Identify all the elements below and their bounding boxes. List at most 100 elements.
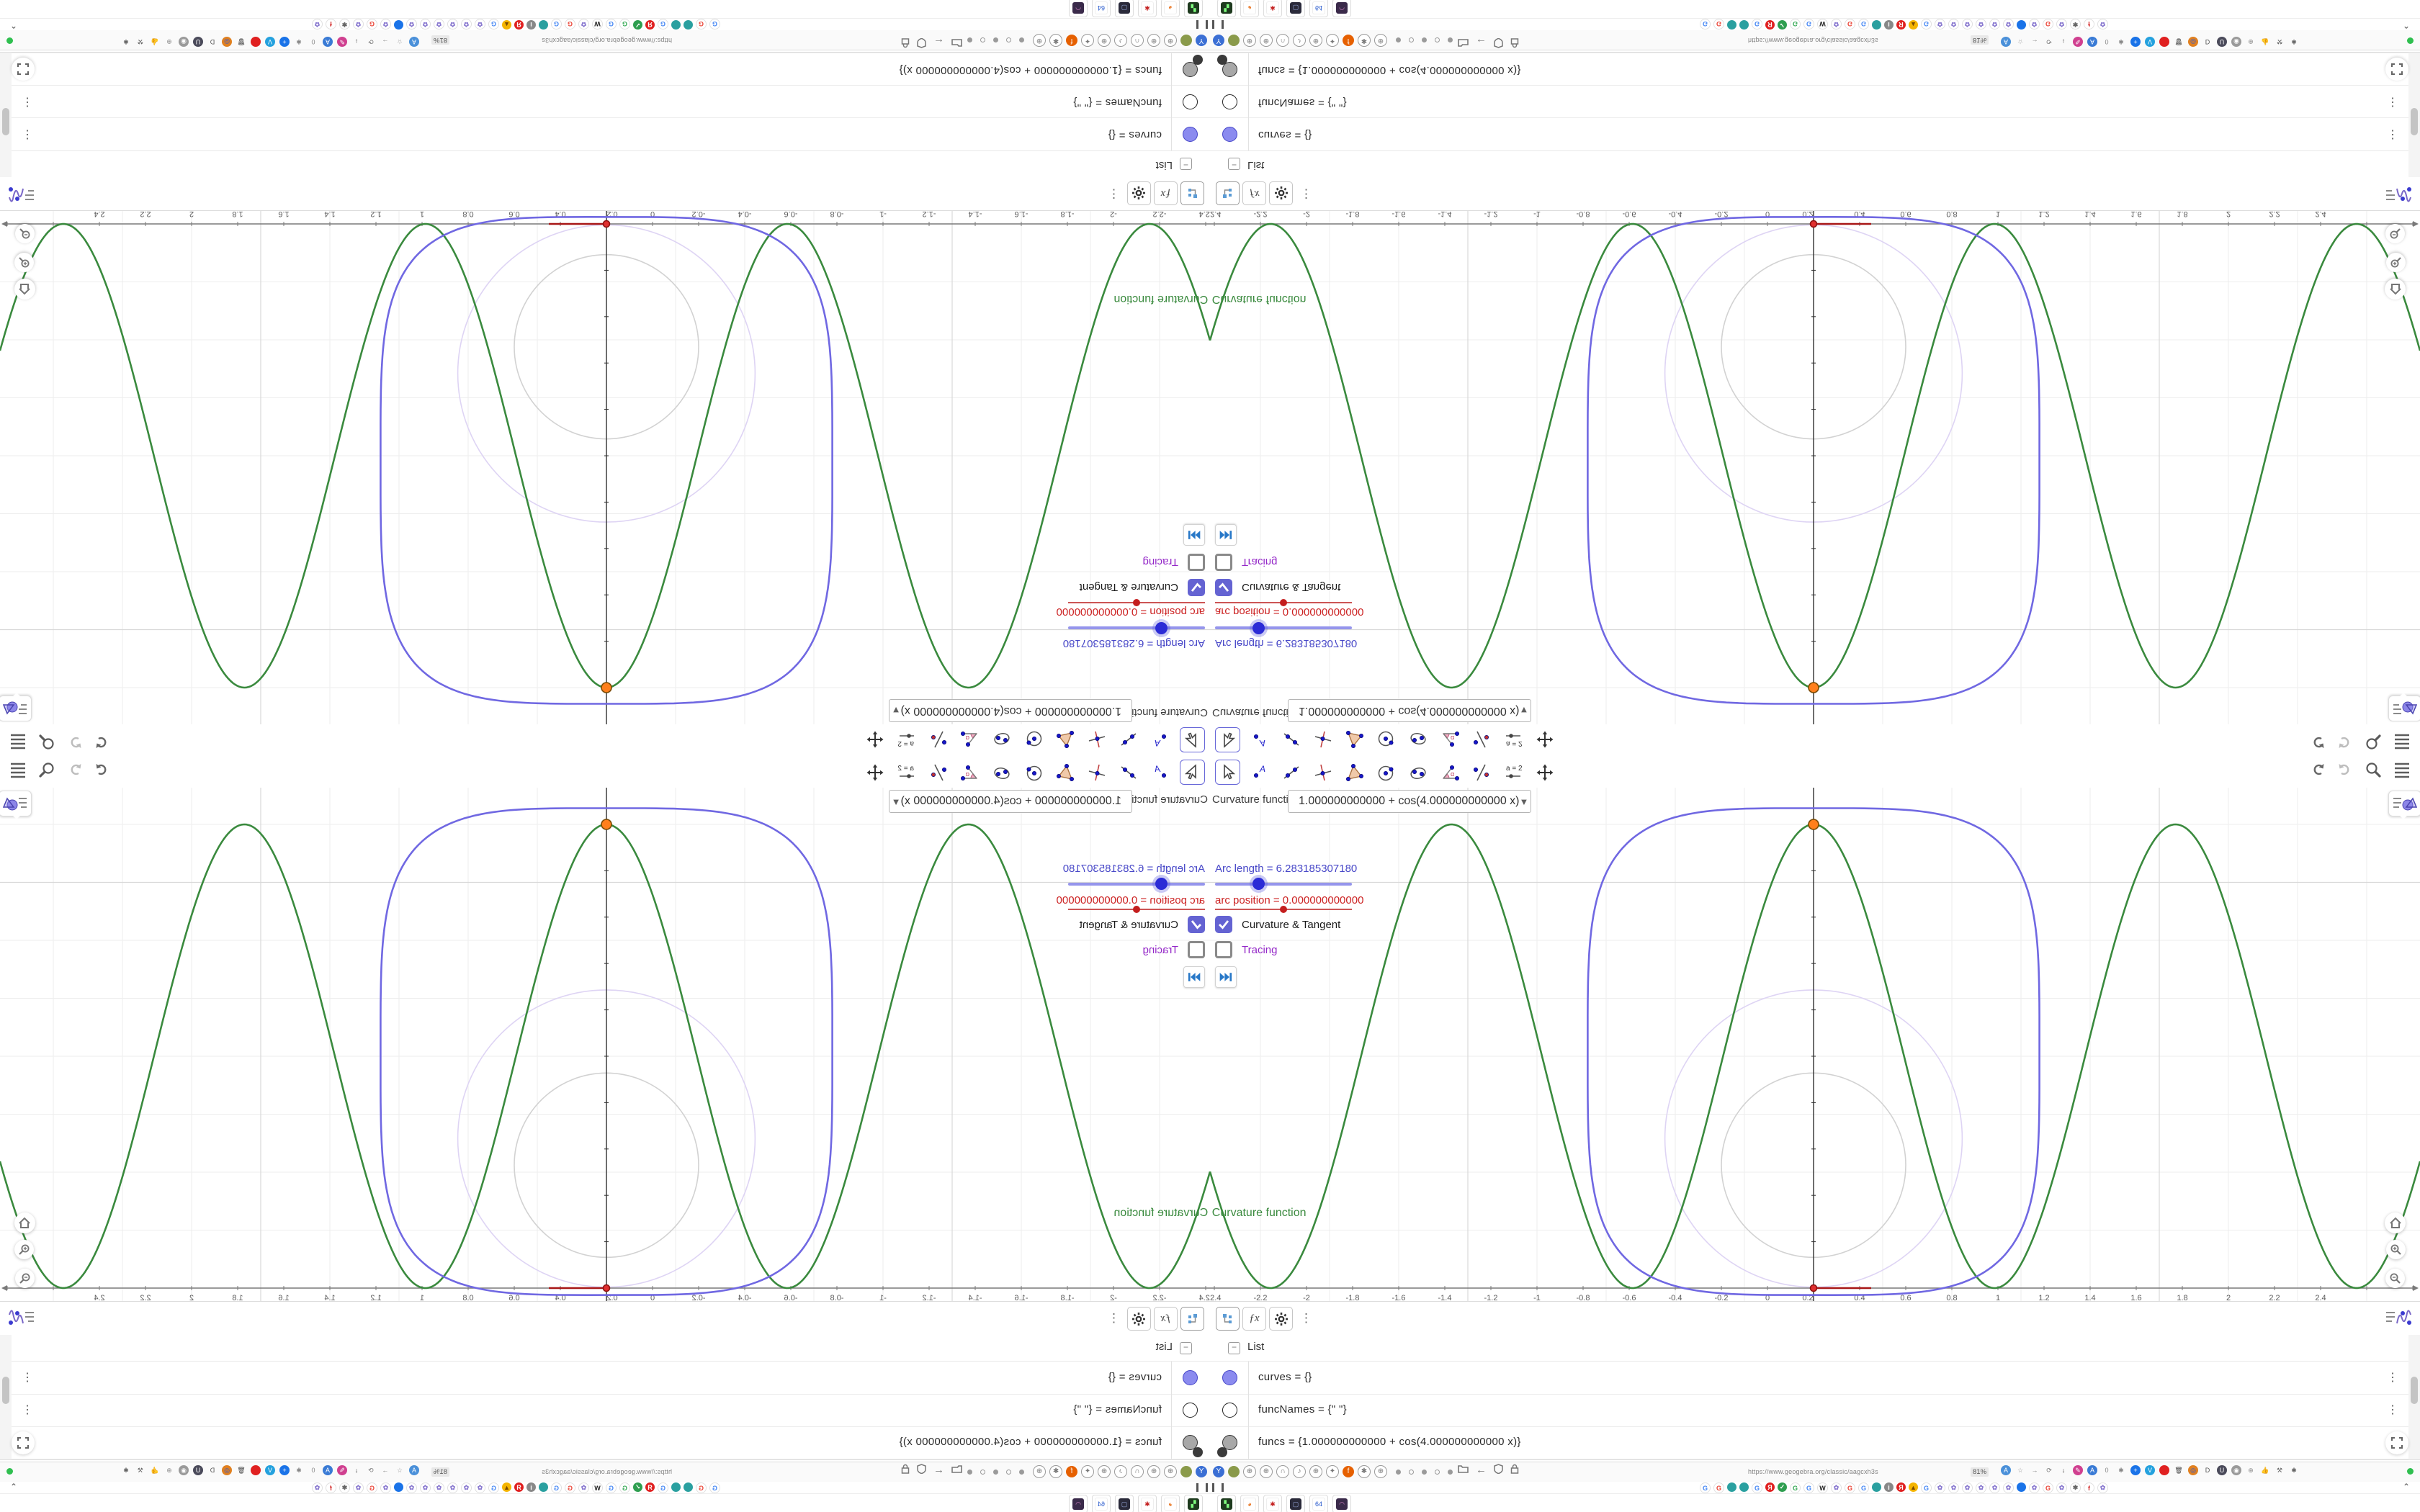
favicon[interactable]: ✿ (2056, 19, 2067, 30)
graph-canvas[interactable]: -2.4 -2.2 -2 -1.8 -1.6 -1.4 -1.2 -1 -0.8 -0.6 -0.4… (1210, 788, 2420, 1302)
favicon[interactable]: ⊕ (1260, 34, 1273, 47)
browser-action-icon[interactable]: U (2217, 1465, 2227, 1475)
browser-action-icon[interactable]: ✱ (294, 37, 304, 47)
pinned-app-button[interactable]: ▢ (1115, 1495, 1134, 1512)
browser-action-icon[interactable]: D (207, 37, 218, 47)
favicon[interactable] (1727, 1482, 1736, 1492)
favicon[interactable]: ✿ (447, 1482, 458, 1493)
favicon[interactable]: W (1817, 1482, 1828, 1493)
pinned-app-button[interactable]: 64 (1092, 1495, 1111, 1512)
favicon[interactable]: ⊕ (1260, 1465, 1273, 1478)
favicon[interactable]: ✿ (406, 19, 417, 30)
favicon[interactable]: ⊕ (1243, 34, 1256, 47)
folder-icon[interactable] (1458, 1464, 1469, 1477)
fullscreen-button[interactable] (12, 1431, 35, 1454)
tool-button-ellipse[interactable] (990, 727, 1015, 752)
favicon[interactable]: ✿ (475, 1482, 485, 1493)
profile-dot-icon[interactable] (1193, 55, 1203, 65)
favicon[interactable]: G (606, 19, 617, 30)
favicon[interactable]: ✿ (406, 1482, 417, 1493)
favicon[interactable]: ⊕ (1033, 34, 1046, 47)
visibility-toggle[interactable] (1183, 1403, 1198, 1418)
visibility-toggle[interactable] (1222, 1370, 1237, 1385)
favicon[interactable]: ✿ (461, 1482, 472, 1493)
arc-length-slider-knob[interactable] (1155, 622, 1168, 634)
lock-icon[interactable] (1510, 1464, 1519, 1477)
browser-action-icon[interactable]: V (265, 37, 275, 47)
browser-action-icon[interactable]: ⊕ (164, 1465, 174, 1475)
tracing-checkbox[interactable] (1188, 941, 1205, 958)
visibility-toggle[interactable] (1183, 94, 1198, 109)
favicon[interactable]: ⊕ (1098, 34, 1111, 47)
home-view-button[interactable] (14, 1212, 35, 1233)
tool-button-perpendicular[interactable] (1085, 727, 1110, 752)
zoom-level-badge[interactable]: 81% (431, 1467, 449, 1477)
pinned-app-button[interactable]: ▚ (1184, 1495, 1203, 1512)
undo-icon[interactable] (2309, 761, 2326, 782)
arc-length-slider[interactable] (1068, 883, 1205, 886)
home-view-button[interactable] (2385, 1212, 2406, 1233)
arc-length-slider-knob[interactable] (1252, 622, 1265, 634)
pinned-app-button[interactable]: ◕ (1240, 0, 1259, 17)
browser-action-icon[interactable]: 🗑 (2174, 1465, 2184, 1475)
browser-action-icon[interactable]: ✱ (121, 1465, 131, 1475)
favicon[interactable]: ▲ (1909, 20, 1918, 30)
browser-action-icon[interactable]: ⚒ (2275, 1465, 2285, 1475)
favicon[interactable]: ✿ (1935, 19, 1945, 30)
favicon[interactable]: Я (645, 20, 655, 30)
browser-action-icon[interactable]: ◉ (2231, 37, 2241, 47)
graph-canvas[interactable]: -2.4 -2.2 -2 -1.8 -1.6 -1.4 -1.2 -1 -0.8 -0.6 -0.4… (1210, 210, 2420, 724)
favicon[interactable]: G (1790, 19, 1801, 30)
tool-button-point[interactable]: A (1247, 760, 1272, 785)
browser-action-icon[interactable]: ☆ (2015, 37, 2025, 47)
favicon[interactable]: i (526, 20, 536, 30)
favicon[interactable]: Y (1213, 35, 1224, 46)
favicon[interactable]: Я (645, 1482, 655, 1492)
zoom-in-button[interactable] (14, 1240, 34, 1259)
favicon[interactable]: Я (1896, 1482, 1906, 1492)
function-formula-input[interactable]: 1.000000000000 + cos(4.000000000000 x) ▼ (1288, 790, 1531, 813)
favicon[interactable]: ✿ (2056, 1482, 2067, 1493)
tool-button-polygon[interactable] (1342, 727, 1367, 752)
favicon[interactable]: ✿ (353, 1482, 364, 1493)
zoom-out-button[interactable] (15, 224, 35, 243)
arc-position-slider-knob[interactable] (1133, 599, 1140, 606)
algebra-row-funcNames[interactable]: funcNames = {" "} ⋮ (0, 1394, 1210, 1427)
algebra-row-funcs[interactable]: funcs = {1.000000000000 + cos(4.00000000… (1210, 53, 2420, 86)
curve-point[interactable] (1808, 819, 1819, 830)
algebra-scrollbar-thumb[interactable] (2411, 108, 2418, 135)
browser-action-icon[interactable]: A (2087, 37, 2097, 47)
browser-action-icon[interactable]: + (2130, 1465, 2141, 1475)
browser-action-icon[interactable]: → (2030, 1465, 2040, 1475)
favicon[interactable]: ✿ (475, 19, 485, 30)
search-icon[interactable] (37, 760, 56, 783)
browser-action-icon[interactable]: 0 (308, 1465, 318, 1475)
algebra-view-button[interactable] (1216, 181, 1240, 205)
favicon[interactable]: G (551, 19, 562, 30)
favicon[interactable]: Y (1213, 1466, 1224, 1477)
tool-button-angle[interactable]: α (1437, 727, 1462, 752)
algebra-view-button[interactable] (1216, 1307, 1240, 1331)
favicon[interactable]: ✿ (380, 1482, 391, 1493)
pinned-app-button[interactable]: ◕ (1161, 1495, 1180, 1512)
tool-button-move[interactable] (1180, 760, 1205, 785)
browser-action-icon[interactable]: 0 (2102, 1465, 2112, 1475)
favicon[interactable]: ∩ (1276, 1465, 1289, 1478)
browser-action-icon[interactable]: ◎ (222, 1465, 232, 1475)
tool-button-circle[interactable] (1021, 760, 1047, 785)
tool-button-pan[interactable] (1532, 760, 1557, 785)
favicon[interactable]: ✿ (312, 1482, 323, 1493)
browser-action-icon[interactable]: A (2001, 1465, 2011, 1475)
algebra-row-curves[interactable]: curves = {} ⋮ (0, 117, 1210, 150)
pinned-app-button[interactable]: ✱ (1263, 0, 1282, 17)
favicon[interactable]: ⊕ (1309, 34, 1322, 47)
favicon[interactable]: ✿ (1962, 19, 1973, 30)
skip-forward-button[interactable] (1215, 966, 1237, 988)
favicon[interactable]: G (1700, 1482, 1711, 1493)
curve-point[interactable] (601, 819, 612, 830)
arc-length-slider-knob[interactable] (1155, 878, 1168, 890)
row-kebab-icon[interactable]: ⋮ (22, 1370, 33, 1385)
favicon[interactable]: W (592, 19, 603, 30)
favicon[interactable]: G (1921, 1482, 1932, 1493)
favicon[interactable] (2017, 1482, 2026, 1492)
